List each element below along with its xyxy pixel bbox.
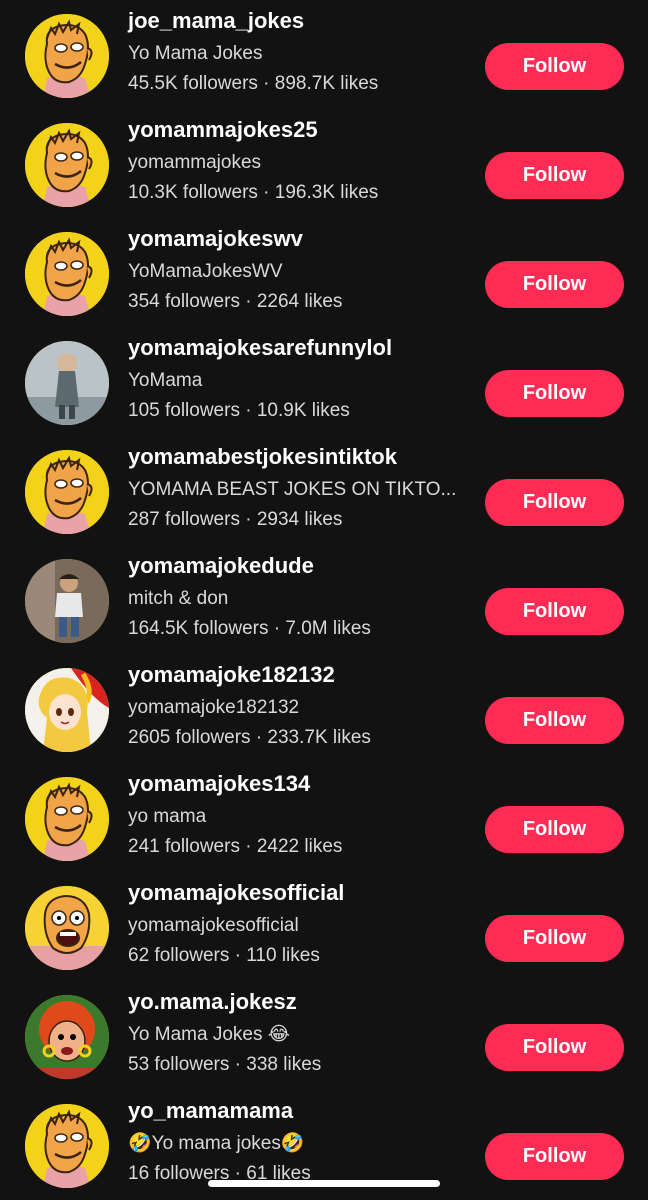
account-info: yomamajokesarefunnylol YoMama 105 follow… xyxy=(128,333,468,426)
account-username[interactable]: yomamajoke182132 xyxy=(128,660,468,690)
account-nickname: yo mama xyxy=(128,806,207,827)
account-username[interactable]: yo.mama.jokesz xyxy=(128,987,468,1017)
account-row[interactable]: yo.mama.jokesz Yo Mama Jokes 😂 53 follow… xyxy=(0,965,648,1079)
account-username[interactable]: yomamajokesarefunnylol xyxy=(128,333,468,363)
follow-button[interactable]: Follow xyxy=(485,1024,624,1071)
avatar[interactable] xyxy=(25,123,109,207)
follow-button[interactable]: Follow xyxy=(485,43,624,90)
avatar[interactable] xyxy=(25,341,109,425)
account-info: yomamabestjokesintiktok YOMAMA BEAST JOK… xyxy=(128,442,468,535)
account-username[interactable]: yomamajokesofficial xyxy=(128,878,468,908)
search-results-list: joe_mama_jokes Yo Mama Jokes 45.5K follo… xyxy=(0,0,648,1188)
account-info: yomamajokes134 yo mama 241 followers · 2… xyxy=(128,769,468,862)
cartoon-man-icon xyxy=(25,123,109,207)
cartoon-shocked-icon xyxy=(25,886,109,970)
avatar[interactable] xyxy=(25,1104,109,1188)
account-info: yomamajokesofficial yomamajokesofficial … xyxy=(128,878,468,971)
account-row[interactable]: yo_mamamama 🤣Yo mama jokes🤣 16 followers… xyxy=(0,1074,648,1188)
avatar[interactable] xyxy=(25,777,109,861)
cartoon-man-icon xyxy=(25,777,109,861)
avatar[interactable] xyxy=(25,232,109,316)
account-nickname: yomamajokesofficial xyxy=(128,915,299,936)
account-row[interactable]: yomammajokes25 yomammajokes 10.3K follow… xyxy=(0,93,648,207)
account-username[interactable]: yo_mamamama xyxy=(128,1096,468,1126)
cartoon-lady-icon xyxy=(25,995,109,1079)
account-row[interactable]: yomamajokesofficial yomamajokesofficial … xyxy=(0,856,648,970)
account-nickname: Yo Mama Jokes xyxy=(128,43,263,64)
account-username[interactable]: joe_mama_jokes xyxy=(128,6,468,36)
account-row[interactable]: yomamajokedude mitch & don 164.5K follow… xyxy=(0,529,648,643)
account-info: yo_mamamama 🤣Yo mama jokes🤣 16 followers… xyxy=(128,1096,468,1189)
follow-button[interactable]: Follow xyxy=(485,806,624,853)
account-nickname: yomamajoke182132 xyxy=(128,697,300,718)
account-row[interactable]: yomamajokes134 yo mama 241 followers · 2… xyxy=(0,747,648,861)
account-nickname: YoMamaJokesWV xyxy=(128,261,283,282)
account-info: yomamajokeswv YoMamaJokesWV 354 follower… xyxy=(128,224,468,317)
account-row[interactable]: yomamajokeswv YoMamaJokesWV 354 follower… xyxy=(0,202,648,316)
photo-figure-icon xyxy=(25,341,109,425)
cartoon-man-icon xyxy=(25,14,109,98)
account-nickname: yomammajokes xyxy=(128,152,262,173)
follow-button[interactable]: Follow xyxy=(485,261,624,308)
avatar[interactable] xyxy=(25,559,109,643)
follow-button[interactable]: Follow xyxy=(485,479,624,526)
follow-button[interactable]: Follow xyxy=(485,697,624,744)
follow-button[interactable]: Follow xyxy=(485,152,624,199)
account-row[interactable]: joe_mama_jokes Yo Mama Jokes 45.5K follo… xyxy=(0,0,648,98)
follow-button[interactable]: Follow xyxy=(485,370,624,417)
account-username[interactable]: yomamajokeswv xyxy=(128,224,468,254)
account-nickname: 🤣Yo mama jokes🤣 xyxy=(128,1133,305,1154)
follow-button[interactable]: Follow xyxy=(485,915,624,962)
anime-girl-icon xyxy=(25,668,109,752)
cartoon-man-icon xyxy=(25,1104,109,1188)
account-row[interactable]: yomamajokesarefunnylol YoMama 105 follow… xyxy=(0,311,648,425)
cartoon-man-icon xyxy=(25,450,109,534)
account-nickname: mitch & don xyxy=(128,588,229,609)
home-indicator[interactable] xyxy=(208,1180,440,1187)
account-row[interactable]: yomamajoke182132 yomamajoke182132 2605 f… xyxy=(0,638,648,752)
account-row[interactable]: yomamabestjokesintiktok YOMAMA BEAST JOK… xyxy=(0,420,648,534)
avatar[interactable] xyxy=(25,668,109,752)
cartoon-man-icon xyxy=(25,232,109,316)
account-username[interactable]: yomammajokes25 xyxy=(128,115,468,145)
account-username[interactable]: yomamajokedude xyxy=(128,551,468,581)
account-nickname: YOMAMA BEAST JOKES ON TIKTO... xyxy=(128,479,457,500)
photo-person-icon xyxy=(25,559,109,643)
account-nickname: YoMama xyxy=(128,370,203,391)
account-info: yomamajokedude mitch & don 164.5K follow… xyxy=(128,551,468,644)
account-info: joe_mama_jokes Yo Mama Jokes 45.5K follo… xyxy=(128,6,468,99)
follow-button[interactable]: Follow xyxy=(485,1133,624,1180)
account-nickname: Yo Mama Jokes 😂 xyxy=(128,1024,290,1045)
account-info: yomammajokes25 yomammajokes 10.3K follow… xyxy=(128,115,468,208)
account-info: yomamajoke182132 yomamajoke182132 2605 f… xyxy=(128,660,468,753)
avatar[interactable] xyxy=(25,14,109,98)
account-username[interactable]: yomamajokes134 xyxy=(128,769,468,799)
follow-button[interactable]: Follow xyxy=(485,588,624,635)
avatar[interactable] xyxy=(25,995,109,1079)
account-info: yo.mama.jokesz Yo Mama Jokes 😂 53 follow… xyxy=(128,987,468,1080)
account-username[interactable]: yomamabestjokesintiktok xyxy=(128,442,468,472)
avatar[interactable] xyxy=(25,450,109,534)
avatar[interactable] xyxy=(25,886,109,970)
